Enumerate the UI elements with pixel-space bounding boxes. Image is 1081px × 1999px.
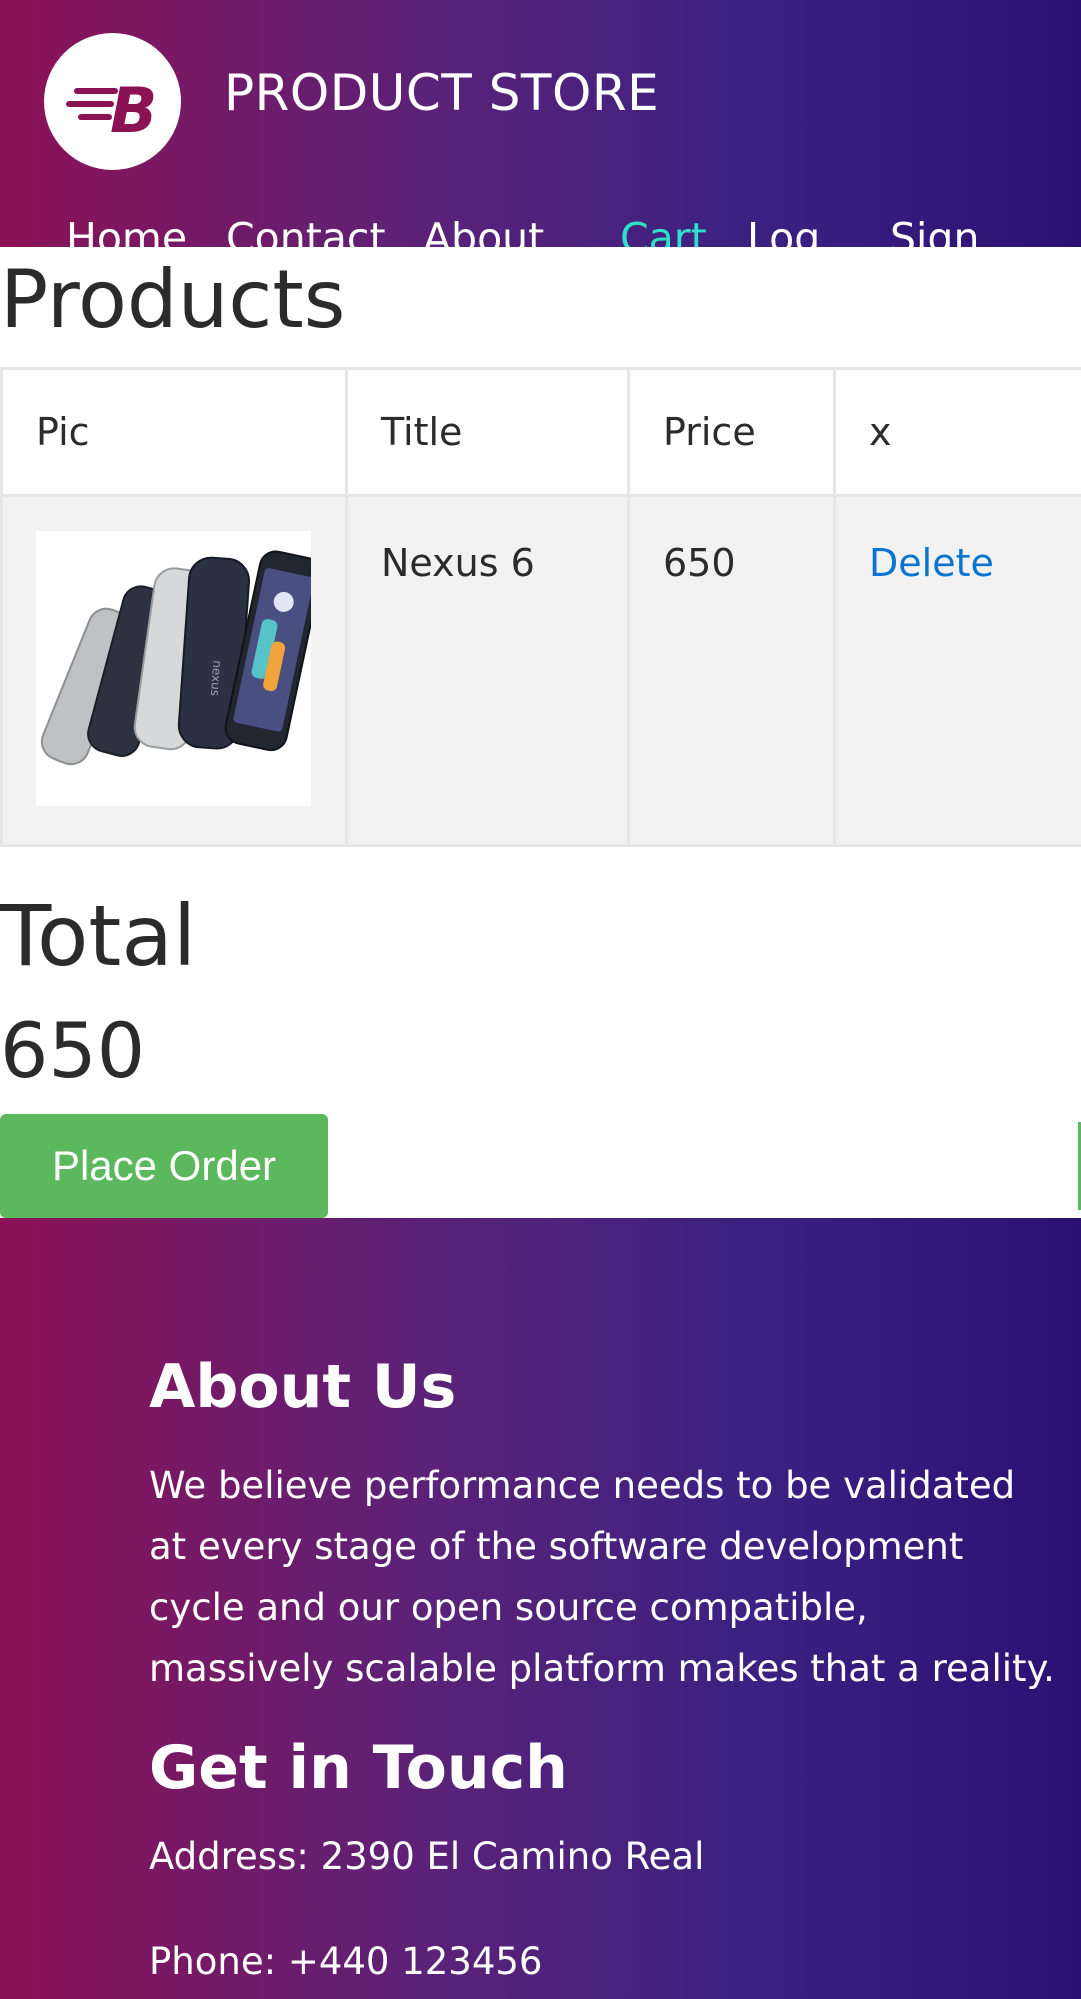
speed-b-logo-icon: B (66, 74, 157, 147)
svg-text:B: B (110, 74, 157, 147)
product-image: nexus (36, 531, 323, 806)
header-title: Title (345, 367, 630, 497)
about-us-text: We believe performance needs to be valid… (149, 1464, 1055, 1690)
brand-name[interactable]: PRODUCT STORE (224, 64, 659, 122)
header-price: Price (627, 367, 836, 497)
site-header: B PRODUCT STORE Home Contact About Cart … (0, 0, 1081, 247)
cell-action: Delete (833, 494, 1081, 847)
cell-price: 650 (627, 494, 836, 847)
page-title: Products (0, 253, 346, 346)
get-in-touch-title: Get in Touch (149, 1733, 568, 1803)
delete-link[interactable]: Delete (869, 541, 994, 585)
brand-logo[interactable]: B (44, 33, 181, 170)
nav-contact[interactable]: Contact (226, 210, 386, 247)
header-pic: Pic (0, 367, 348, 497)
about-us-title: About Us (149, 1352, 457, 1422)
nav-home[interactable]: Home (66, 210, 187, 247)
phone-text: Phone: +440 123456 (149, 1940, 543, 1983)
total-label: Total (0, 887, 197, 985)
svg-text:nexus: nexus (208, 660, 224, 697)
table-header-row: Pic Title Price x (0, 367, 1081, 497)
place-order-button[interactable]: Place Order (0, 1114, 328, 1218)
nav-cart[interactable]: Cart (620, 210, 707, 247)
nav-login[interactable]: Log (747, 210, 820, 247)
cart-table: Pic Title Price x nexus Nexus 6 650 Dele… (0, 367, 1081, 847)
header-x: x (833, 367, 1081, 497)
cell-pic: nexus (0, 494, 348, 847)
address-text: Address: 2390 El Camino Real (149, 1835, 705, 1878)
phones-illustration: nexus (40, 550, 323, 766)
nav-about[interactable]: About (423, 210, 544, 247)
table-row: nexus Nexus 6 650 Delete (0, 494, 1081, 847)
cell-title: Nexus 6 (345, 494, 630, 847)
site-footer: About Us We believe performance needs to… (0, 1218, 1081, 1999)
total-value: 650 (0, 1006, 146, 1095)
nav-signup[interactable]: Sign (890, 210, 979, 247)
